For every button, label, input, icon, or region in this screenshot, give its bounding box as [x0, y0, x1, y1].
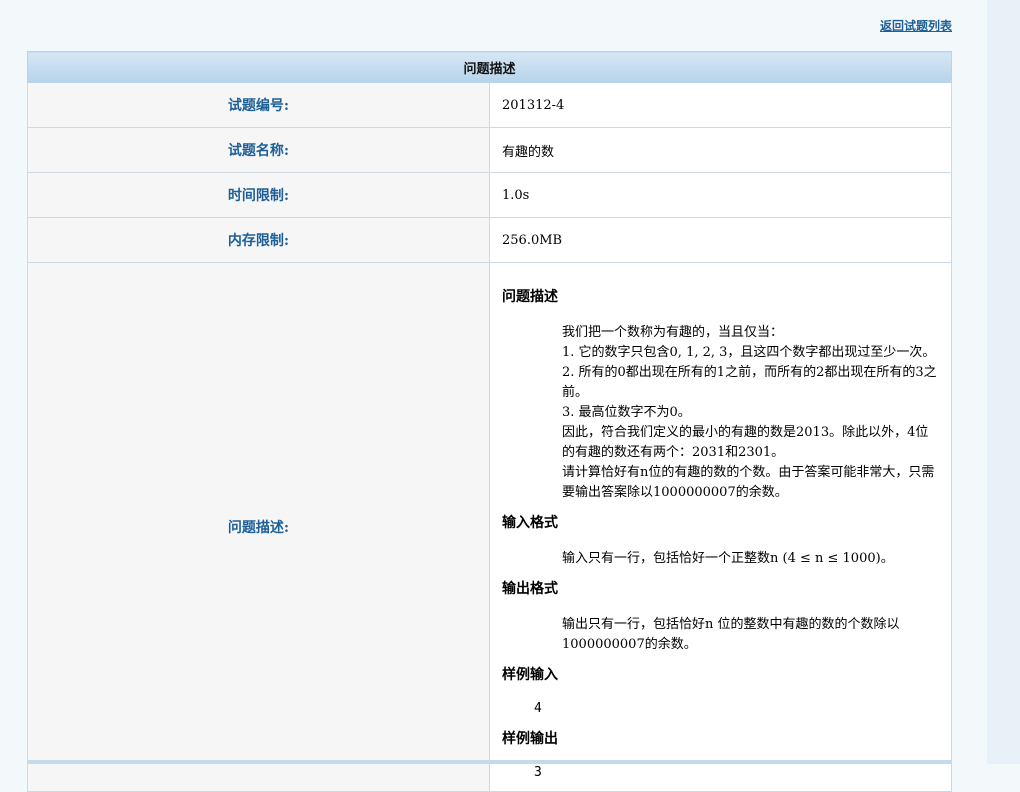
description-line: 3. 最高位数字不为0。 — [562, 405, 691, 420]
memory-limit-label: 内存限制: — [27, 217, 490, 263]
time-limit-value: 1.0s — [489, 172, 952, 218]
table-row: 内存限制: 256.0MB — [27, 217, 952, 263]
sample-input-value: 4 — [534, 701, 542, 716]
problem-id-label: 试题编号: — [27, 82, 490, 128]
sample-output-title: 样例输出 — [502, 731, 558, 747]
problem-name-value: 有趣的数 — [489, 127, 952, 173]
description-label: 问题描述: — [27, 262, 490, 792]
sample-output-value: 3 — [534, 765, 542, 780]
table-row: 试题编号: 201312-4 — [27, 82, 952, 128]
input-format-title: 输入格式 — [502, 515, 558, 531]
table-row: 时间限制: 1.0s — [27, 172, 952, 218]
output-format-body: 输出只有一行，包括恰好n 位的整数中有趣的数的个数除以1000000007的余数… — [502, 615, 939, 655]
memory-limit-value: 256.0MB — [489, 217, 952, 263]
back-to-problem-list-link[interactable]: 返回试题列表 — [880, 17, 952, 34]
table-heading: 问题描述 — [27, 51, 952, 83]
input-format-text: 输入只有一行，包括恰好一个正整数n (4 ≤ n ≤ 1000)。 — [562, 551, 894, 566]
table-row: 试题名称: 有趣的数 — [27, 127, 952, 173]
sample-input-title: 样例输入 — [502, 667, 558, 683]
problem-id-value: 201312-4 — [489, 82, 952, 128]
problem-name-label: 试题名称: — [27, 127, 490, 173]
problem-description-cell: 问题描述 我们把一个数称为有趣的，当且仅当： 1. 它的数字只包含0, 1, 2… — [489, 262, 952, 792]
description-body: 我们把一个数称为有趣的，当且仅当： 1. 它的数字只包含0, 1, 2, 3，且… — [502, 323, 939, 503]
input-format-body: 输入只有一行，包括恰好一个正整数n (4 ≤ n ≤ 1000)。 — [502, 549, 939, 569]
description-line: 我们把一个数称为有趣的，当且仅当： — [562, 325, 784, 340]
output-format-text: 输出只有一行，包括恰好n 位的整数中有趣的数的个数除以1000000007的余数… — [562, 617, 900, 652]
time-limit-label: 时间限制: — [27, 172, 490, 218]
description-line: 请计算恰好有n位的有趣的数的个数。由于答案可能非常大，只需要输出答案除以1000… — [562, 465, 935, 500]
description-line: 1. 它的数字只包含0, 1, 2, 3，且这四个数字都出现过至少一次。 — [562, 345, 936, 360]
scrollbar-track[interactable] — [987, 0, 1020, 764]
table-row: 问题描述: 问题描述 我们把一个数称为有趣的，当且仅当： 1. 它的数字只包含0… — [27, 262, 952, 792]
description-title: 问题描述 — [502, 289, 558, 305]
output-format-title: 输出格式 — [502, 581, 558, 597]
problem-table: 问题描述 试题编号: 201312-4 试题名称: 有趣的数 时间限制: 1.0… — [27, 51, 952, 792]
next-section-header-bar — [27, 760, 952, 764]
description-line: 2. 所有的0都出现在所有的1之前，而所有的2都出现在所有的3之前。 — [562, 365, 937, 400]
description-line: 因此，符合我们定义的最小的有趣的数是2013。除此以外，4位的有趣的数还有两个：… — [562, 425, 929, 460]
